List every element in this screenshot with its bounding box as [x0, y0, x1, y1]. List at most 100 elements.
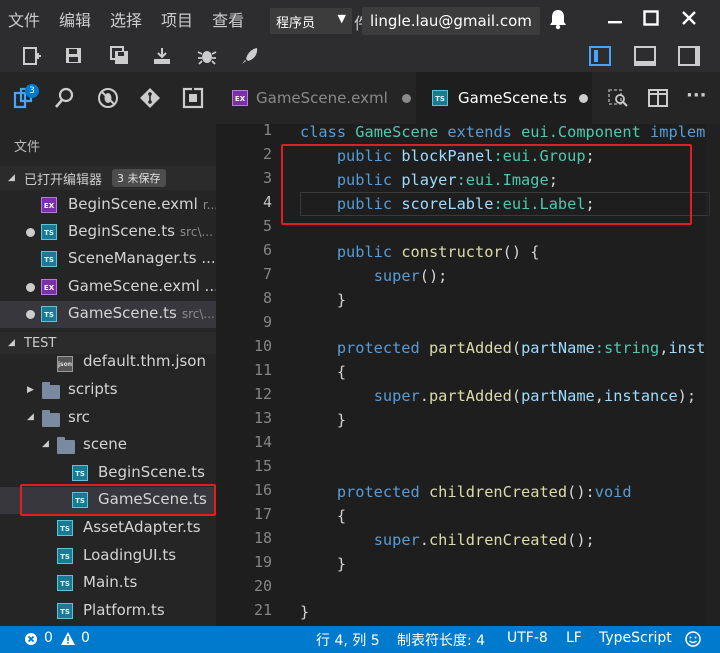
expand-caret-icon: ▶	[27, 385, 34, 395]
line-number: 7	[262, 265, 272, 283]
ts-file-icon: TS	[57, 520, 73, 536]
source-control-icon[interactable]	[138, 86, 162, 110]
tree-item[interactable]: TS BeginScene.ts	[0, 460, 216, 487]
maximize-button[interactable]	[638, 8, 664, 34]
code-line-6: public constructor() {	[336, 243, 540, 261]
explorer-sidebar: 文件 ◢ 已打开编辑器 3 未保存 EX BeginScene.exml r...…	[0, 124, 216, 626]
exml-file-icon: EX	[41, 279, 57, 295]
close-button[interactable]	[676, 8, 702, 34]
file-name: BeginScene.ts	[68, 222, 175, 240]
toggle-sidebar-icon[interactable]	[589, 46, 611, 66]
tab-size[interactable]: 制表符长度: 4	[397, 630, 485, 650]
line-number: 5	[262, 217, 272, 235]
unsaved-dot-icon[interactable]	[578, 93, 588, 103]
menu-project[interactable]: 项目	[161, 0, 193, 42]
tree-item[interactable]: TS Main.ts	[0, 570, 216, 597]
tree-folder[interactable]: ◢ src	[0, 405, 216, 432]
debug-icon[interactable]	[196, 46, 218, 68]
account-email[interactable]: lingle.lau@gmail.com	[362, 7, 540, 35]
dropdown-arrow-icon: ▼	[337, 12, 346, 25]
project-header[interactable]: ◢ TEST	[0, 332, 216, 354]
tree-item[interactable]: TS AssetAdapter.ts	[0, 515, 216, 542]
ts-file-icon: TS	[41, 306, 57, 322]
save-icon[interactable]	[64, 46, 86, 68]
role-select[interactable]: 程序员 ▼	[270, 8, 352, 34]
unsaved-dot-icon[interactable]	[26, 228, 35, 237]
status-bar: 0 0 行 4, 列 5 制表符长度: 4 UTF-8 LF TypeScrip…	[0, 626, 720, 653]
tree-item[interactable]: TS Platform.ts	[0, 598, 216, 625]
publish-icon[interactable]	[152, 46, 174, 68]
file-path: src\...	[181, 307, 215, 321]
no-bugs-icon[interactable]	[96, 86, 120, 110]
open-editor-item[interactable]: TS SceneManager.ts ...	[0, 246, 216, 273]
line-number: 12	[253, 385, 272, 403]
toggle-right-panel-icon[interactable]	[678, 46, 700, 66]
rocket-icon[interactable]	[240, 46, 262, 68]
more-actions-icon[interactable]: ···	[686, 87, 708, 109]
ts-file-icon: TS	[57, 603, 73, 619]
open-editors-title: 已打开编辑器	[24, 172, 103, 188]
search-icon[interactable]	[53, 86, 77, 110]
split-editor-icon[interactable]	[647, 87, 669, 109]
code-line-16: protected childrenCreated():void	[336, 483, 632, 501]
tab-gamescene-ts[interactable]: TS GameScene.ts	[416, 72, 592, 124]
tree-item-label: LoadingUI.ts	[83, 546, 177, 564]
annotation-highlight-code	[281, 144, 692, 225]
open-changes-icon[interactable]	[607, 87, 629, 109]
minimize-button[interactable]	[602, 8, 628, 34]
line-number: 2	[262, 145, 272, 163]
new-file-icon[interactable]	[22, 46, 44, 68]
tree-item[interactable]: TS LoadingUI.ts	[0, 543, 216, 570]
warning-icon[interactable]	[60, 631, 76, 650]
line-ending[interactable]: LF	[566, 630, 582, 646]
line-number: 8	[262, 289, 272, 307]
code-line-19: }	[300, 555, 347, 573]
error-count[interactable]: 0	[44, 630, 53, 646]
menu-selection[interactable]: 选择	[110, 0, 142, 42]
open-editor-item[interactable]: EX GameScene.exml ...	[0, 274, 216, 301]
tree-item-label: Main.ts	[83, 573, 138, 591]
warning-count[interactable]: 0	[81, 630, 90, 646]
line-number: 6	[262, 241, 272, 259]
ts-file-icon: TS	[41, 251, 57, 267]
editor-tabs: EX GameScene.exml TS GameScene.ts ···	[216, 72, 720, 124]
cursor-position[interactable]: 行 4, 列 5	[316, 630, 380, 650]
menu-file[interactable]: 文件	[8, 0, 40, 42]
toggle-panel-icon[interactable]	[634, 46, 656, 66]
unsaved-dot-icon[interactable]	[26, 310, 35, 319]
code-line-7: super();	[373, 267, 448, 285]
menu-edit[interactable]: 编辑	[59, 0, 91, 42]
tree-folder[interactable]: ◢ scene	[0, 432, 216, 459]
open-editor-item[interactable]: EX BeginScene.exml r...	[0, 192, 216, 219]
code-line-18: super.childrenCreated();	[373, 531, 595, 549]
tree-item-label: Platform.ts	[83, 601, 165, 619]
ts-file-icon: TS	[57, 575, 73, 591]
unsaved-dot-icon[interactable]	[26, 283, 35, 292]
code-line-1: class GameScene extends eui.Component im…	[300, 124, 706, 141]
extensions-icon[interactable]	[181, 86, 205, 110]
tab-gamescene-exml[interactable]: EX GameScene.exml	[216, 72, 416, 124]
open-editor-item-active[interactable]: TS GameScene.ts src\...	[0, 301, 216, 328]
menu-view[interactable]: 查看	[212, 0, 244, 42]
tree-item[interactable]: json default.thm.json	[0, 352, 216, 379]
line-number: 1	[262, 124, 272, 139]
line-number: 17	[253, 505, 272, 523]
line-number: 18	[253, 529, 272, 547]
bell-icon[interactable]	[545, 8, 571, 34]
title-bar: 文件 编辑 选择 项目 查看 程序员 ▼ 件 lingle.lau@gmail.…	[0, 0, 720, 42]
open-editors-header[interactable]: ◢ 已打开编辑器 3 未保存	[0, 166, 216, 190]
open-editor-item[interactable]: TS BeginScene.ts src\...	[0, 219, 216, 246]
vertical-scrollbar[interactable]	[706, 124, 720, 626]
folder-open-icon	[57, 437, 75, 454]
collapse-caret-icon: ◢	[27, 412, 34, 422]
error-icon[interactable]	[24, 632, 38, 650]
encoding[interactable]: UTF-8	[507, 630, 548, 646]
unsaved-dot-icon[interactable]	[401, 93, 411, 103]
tree-folder[interactable]: ▶ scripts	[0, 377, 216, 404]
line-number: 19	[253, 553, 272, 571]
language-mode[interactable]: TypeScript	[599, 630, 672, 646]
feedback-icon[interactable]	[685, 631, 701, 651]
ts-file-icon: TS	[57, 548, 73, 564]
save-all-icon[interactable]	[110, 46, 132, 68]
line-number: 21	[253, 601, 272, 619]
